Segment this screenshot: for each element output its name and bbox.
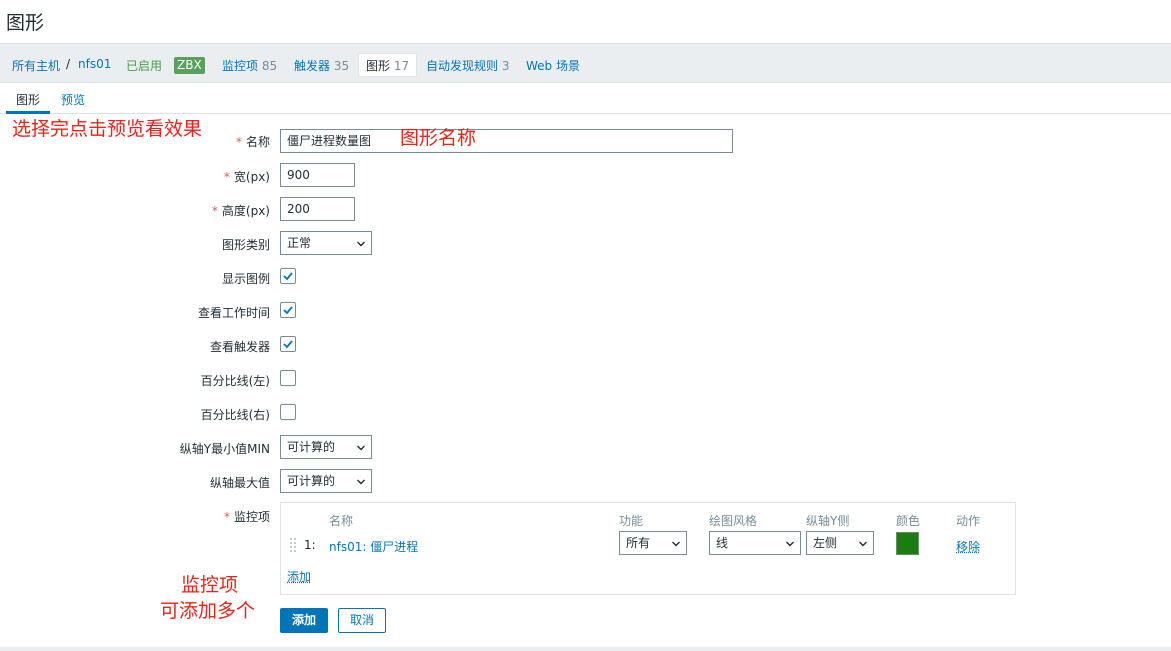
graph-items-table: 名称 功能 绘图风格 纵轴Y侧 颜色 动作 1: nfs01: 僵尸进程 所有 …	[280, 502, 1016, 595]
item-color-picker[interactable]	[896, 532, 919, 555]
annotation-items-hint-line1: 监控项	[181, 574, 239, 596]
active-tab-indicator	[6, 111, 50, 114]
height-input[interactable]: 200	[280, 197, 355, 221]
chevron-down-icon	[357, 445, 365, 451]
nav-triggers-count: 35	[333, 59, 350, 73]
required-mark: *	[223, 170, 230, 184]
nav-triggers[interactable]: 触发器 35	[294, 57, 349, 74]
percentile-left-checkbox[interactable]	[280, 370, 296, 386]
item-row-number: 1:	[304, 538, 316, 552]
items-label: * 监控项	[223, 510, 270, 524]
percentile-right-label: 百分比线(右)	[200, 408, 270, 422]
ymin-value: 可计算的	[287, 440, 336, 454]
show-triggers-checkbox[interactable]	[280, 336, 296, 352]
graph-form-panel: 图形 预览 * 名称 僵尸进程数量图 * 宽(px) 900 * 高度(px) 200…	[0, 83, 1171, 647]
tab-graph[interactable]: 图形	[16, 91, 40, 108]
col-header-name: 名称	[329, 514, 354, 528]
item-y-axis-side-value: 左侧	[813, 536, 838, 550]
tab-preview[interactable]: 预览	[61, 91, 85, 108]
item-y-axis-side-select[interactable]: 左侧	[806, 531, 874, 555]
col-header-draw-style: 绘图风格	[709, 514, 758, 528]
drag-handle-icon[interactable]	[289, 536, 297, 554]
col-header-y-axis-side: 纵轴Y侧	[806, 514, 850, 528]
col-header-action: 动作	[956, 514, 981, 528]
item-draw-style-select[interactable]: 线	[709, 531, 801, 555]
graph-type-select[interactable]: 正常	[280, 231, 372, 255]
item-draw-style-value: 线	[716, 536, 729, 550]
nav-graphs-count: 17	[393, 59, 410, 73]
ymin-label: 纵轴Y最小值MIN	[179, 442, 270, 456]
host-status-enabled[interactable]: 已启用	[126, 57, 162, 74]
checkmark-icon	[283, 272, 293, 281]
nav-discovery-label: 自动发现规则	[426, 59, 499, 73]
show-legend-checkbox[interactable]	[280, 268, 296, 284]
graph-type-label: 图形类别	[221, 238, 270, 252]
chevron-down-icon	[357, 479, 365, 485]
add-button[interactable]: 添加	[280, 608, 328, 633]
item-function-select[interactable]: 所有	[619, 531, 687, 555]
percentile-right-checkbox[interactable]	[280, 404, 296, 420]
required-mark: *	[235, 135, 242, 149]
ymax-value: 可计算的	[287, 474, 336, 488]
name-label: * 名称	[235, 135, 270, 149]
working-time-label: 查看工作时间	[197, 306, 270, 320]
width-input[interactable]: 900	[280, 163, 355, 187]
item-remove-link[interactable]: 移除	[956, 538, 980, 555]
col-header-color: 颜色	[896, 514, 921, 528]
col-header-function: 功能	[619, 514, 644, 528]
page-title: 图形	[6, 12, 45, 34]
nav-items-count: 85	[261, 59, 278, 73]
width-label: * 宽(px)	[223, 170, 270, 184]
height-label: * 高度(px)	[211, 204, 270, 218]
zbx-availability-badge: ZBX	[174, 57, 205, 74]
show-triggers-label: 查看触发器	[209, 340, 270, 354]
name-input[interactable]: 僵尸进程数量图	[280, 129, 733, 153]
working-time-checkbox[interactable]	[280, 302, 296, 318]
nav-discovery-count: 3	[501, 59, 510, 73]
nav-items-label: 监控项	[222, 59, 259, 73]
graph-type-value: 正常	[287, 236, 312, 250]
nav-triggers-label: 触发器	[294, 59, 331, 73]
ymax-label: 纵轴最大值	[209, 476, 270, 490]
chevron-down-icon	[672, 541, 680, 547]
required-mark: *	[211, 204, 218, 218]
nav-web-scenarios[interactable]: Web 场景	[526, 57, 580, 74]
breadcrumb-host[interactable]: nfs01	[78, 57, 111, 71]
annotation-preview-hint: 选择完点击预览看效果	[12, 118, 203, 140]
checkmark-icon	[283, 340, 293, 349]
add-item-link[interactable]: 添加	[287, 568, 311, 585]
breadcrumb-all-hosts[interactable]: 所有主机	[12, 57, 60, 74]
nav-items[interactable]: 监控项 85	[222, 57, 277, 74]
page-header: 图形	[0, 0, 1171, 43]
chevron-down-icon	[859, 541, 867, 547]
required-mark: *	[223, 510, 230, 524]
chevron-down-icon	[357, 241, 365, 247]
percentile-left-label: 百分比线(左)	[200, 374, 270, 388]
show-legend-label: 显示图例	[221, 272, 270, 286]
cancel-button[interactable]: 取消	[338, 608, 386, 633]
host-navigation: 所有主机 / nfs01 已启用 ZBX 监控项 85 触发器 35 图形 17…	[0, 43, 1171, 83]
chevron-down-icon	[786, 541, 794, 547]
item-function-value: 所有	[626, 536, 651, 550]
ymax-select[interactable]: 可计算的	[280, 469, 372, 493]
checkmark-icon	[283, 306, 293, 315]
breadcrumb-separator: /	[66, 57, 71, 71]
annotation-graph-name-hint: 图形名称	[400, 127, 477, 149]
annotation-items-hint-line2: 可添加多个	[160, 600, 256, 622]
ymin-select[interactable]: 可计算的	[280, 435, 372, 459]
nav-graphs[interactable]: 图形 17	[358, 53, 418, 77]
nav-graphs-label: 图形	[366, 59, 391, 73]
item-name-link[interactable]: nfs01: 僵尸进程	[329, 538, 418, 555]
form-tabs: 图形 预览	[0, 83, 1171, 114]
nav-discovery-rules[interactable]: 自动发现规则 3	[426, 57, 509, 74]
